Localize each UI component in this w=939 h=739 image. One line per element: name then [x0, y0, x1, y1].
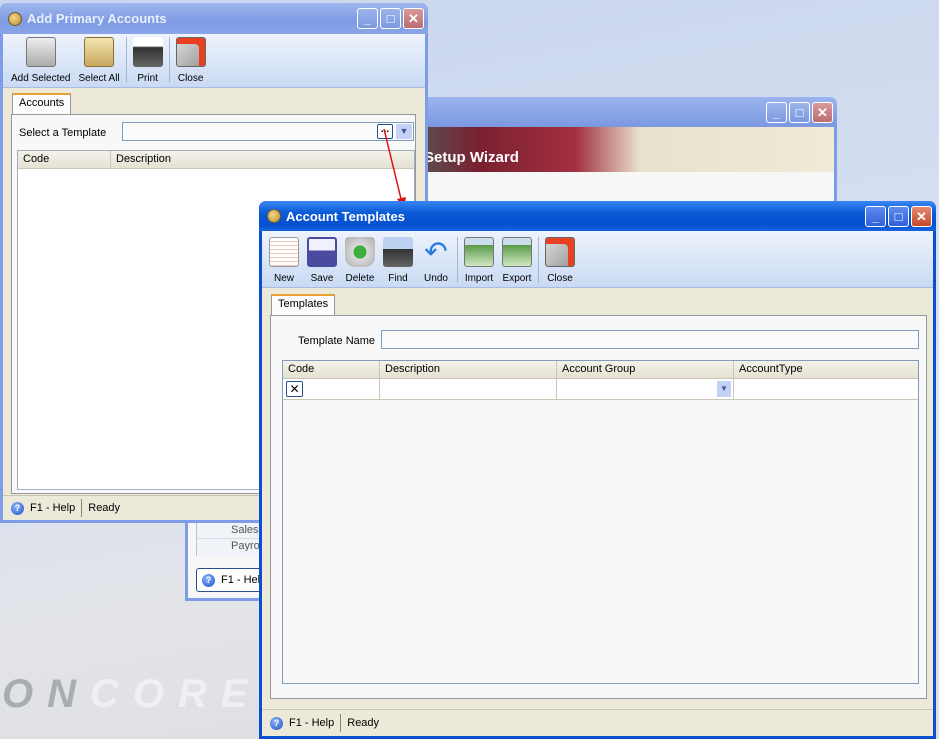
find-button[interactable]: Find [379, 231, 417, 287]
template-label: Select a Template [19, 127, 107, 139]
template-name-input[interactable] [381, 330, 919, 349]
window-title: Account Templates [286, 208, 405, 224]
account-type-cell[interactable] [734, 379, 918, 399]
banner-title: Setup Wizard [424, 149, 519, 166]
export-button[interactable]: Export [498, 231, 536, 287]
close-button[interactable]: ✕ [911, 206, 932, 227]
column-header-account-group[interactable]: Account Group [557, 361, 734, 378]
column-header-code[interactable]: Code [18, 151, 111, 168]
oncore-watermark: ONCORE [2, 672, 262, 716]
close-form-icon [175, 37, 206, 67]
column-header-description[interactable]: Description [380, 361, 557, 378]
import-icon [464, 237, 494, 267]
printer-icon [132, 37, 163, 67]
account-group-cell[interactable]: ▼ [557, 379, 734, 399]
close-button[interactable]: ✕ [403, 8, 424, 29]
tab-accounts[interactable]: Accounts [12, 93, 72, 115]
import-button[interactable]: Import [460, 231, 498, 287]
save-button[interactable]: Save [303, 231, 341, 287]
chevron-down-icon[interactable]: ▼ [717, 381, 731, 397]
help-label[interactable]: F1 - Help [30, 502, 75, 514]
undo-button[interactable]: ↶ Undo [417, 231, 455, 287]
status-text: Ready [347, 717, 380, 729]
help-icon: ? [202, 573, 215, 587]
column-header-account-type[interactable]: AccountType [734, 361, 918, 378]
add-selected-button[interactable]: Add Selected [7, 34, 75, 87]
delete-row-icon[interactable]: ✕ [286, 381, 303, 397]
template-name-label: Template Name [298, 335, 376, 347]
close-button-toolbar[interactable]: Close [172, 34, 210, 87]
print-button[interactable]: Print [129, 34, 167, 87]
account-templates-window: Account Templates _ □ ✕ New Save Delete Fi… [259, 201, 936, 739]
help-icon: ? [11, 501, 24, 515]
delete-button[interactable]: Delete [341, 231, 379, 287]
templates-grid: Code Description Account Group AccountTy… [282, 360, 919, 684]
description-cell[interactable] [380, 379, 557, 399]
minimize-button[interactable]: _ [357, 8, 378, 29]
maximize-button[interactable]: □ [380, 8, 401, 29]
binoculars-icon [383, 237, 413, 267]
column-header-description[interactable]: Description [111, 151, 414, 168]
table-row[interactable]: ✕ ▼ [283, 379, 918, 400]
add-grid-icon [25, 37, 56, 67]
floppy-icon [307, 237, 337, 267]
template-select[interactable]: ... ▼ [122, 122, 414, 141]
tab-templates[interactable]: Templates [271, 294, 336, 316]
close-form-icon [545, 237, 575, 267]
window-title: Add Primary Accounts [27, 11, 167, 26]
help-label[interactable]: F1 - Help [289, 717, 334, 729]
maximize-button[interactable]: □ [789, 102, 810, 123]
export-icon [502, 237, 532, 267]
app-icon [8, 11, 22, 26]
help-icon: ? [270, 716, 283, 730]
select-all-button[interactable]: Select All [75, 34, 124, 87]
new-doc-icon [269, 237, 299, 267]
undo-icon: ↶ [424, 236, 448, 267]
close-button-toolbar[interactable]: Close [541, 231, 579, 287]
minimize-button[interactable]: _ [865, 206, 886, 227]
new-button[interactable]: New [265, 231, 303, 287]
status-text: Ready [88, 502, 121, 514]
maximize-button[interactable]: □ [888, 206, 909, 227]
close-button[interactable]: ✕ [812, 102, 833, 123]
app-icon [267, 209, 281, 223]
checklist-icon [84, 37, 115, 67]
column-header-code[interactable]: Code [283, 361, 380, 378]
recycle-bin-icon [345, 237, 375, 267]
minimize-button[interactable]: _ [766, 102, 787, 123]
